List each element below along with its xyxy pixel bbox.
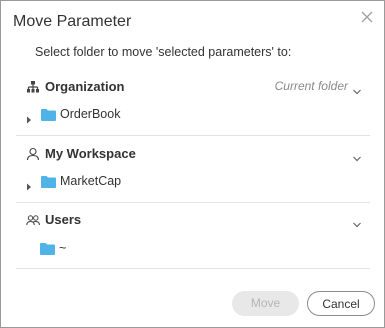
section-divider — [16, 135, 370, 136]
section-header-organization[interactable]: Organization Current folder — [16, 77, 370, 97]
caret-right-icon[interactable] — [26, 111, 32, 124]
folder-row-orderbook[interactable]: OrderBook — [26, 106, 146, 124]
folder-icon — [41, 108, 56, 121]
move-button[interactable]: Move — [232, 291, 299, 316]
section-title: My Workspace — [45, 146, 136, 161]
folder-label: MarketCap — [60, 174, 122, 188]
move-parameter-dialog: Move Parameter Select folder to move 'se… — [0, 0, 385, 328]
dialog-subtitle: Select folder to move 'selected paramete… — [35, 45, 292, 59]
folder-row-marketcap[interactable]: MarketCap — [26, 173, 146, 191]
folder-icon — [40, 242, 55, 255]
cancel-button[interactable]: Cancel — [307, 291, 375, 316]
section-my-workspace: My Workspace MarketCap — [16, 144, 370, 191]
caret-right-icon[interactable] — [26, 178, 32, 191]
close-icon[interactable] — [360, 10, 374, 24]
org-tree-icon — [26, 80, 40, 94]
user-icon — [26, 147, 40, 161]
folder-label: ~ — [59, 241, 67, 255]
section-organization: Organization Current folder OrderBook — [16, 77, 370, 124]
users-icon — [26, 213, 40, 227]
folder-label: OrderBook — [60, 107, 121, 121]
chevron-down-icon[interactable] — [352, 150, 362, 162]
current-folder-label: Current folder — [274, 79, 348, 93]
chevron-down-icon[interactable] — [352, 216, 362, 228]
section-users: Users ~ — [16, 210, 370, 256]
section-divider — [16, 268, 370, 269]
folder-icon — [41, 175, 56, 188]
section-header-my-workspace[interactable]: My Workspace — [16, 144, 370, 164]
section-header-users[interactable]: Users — [16, 210, 370, 230]
chevron-down-icon[interactable] — [352, 83, 362, 95]
section-divider — [16, 202, 370, 203]
section-title: Organization — [45, 79, 125, 94]
folder-row-home[interactable]: ~ — [40, 240, 100, 258]
section-title: Users — [45, 212, 82, 227]
dialog-title: Move Parameter — [13, 13, 132, 30]
